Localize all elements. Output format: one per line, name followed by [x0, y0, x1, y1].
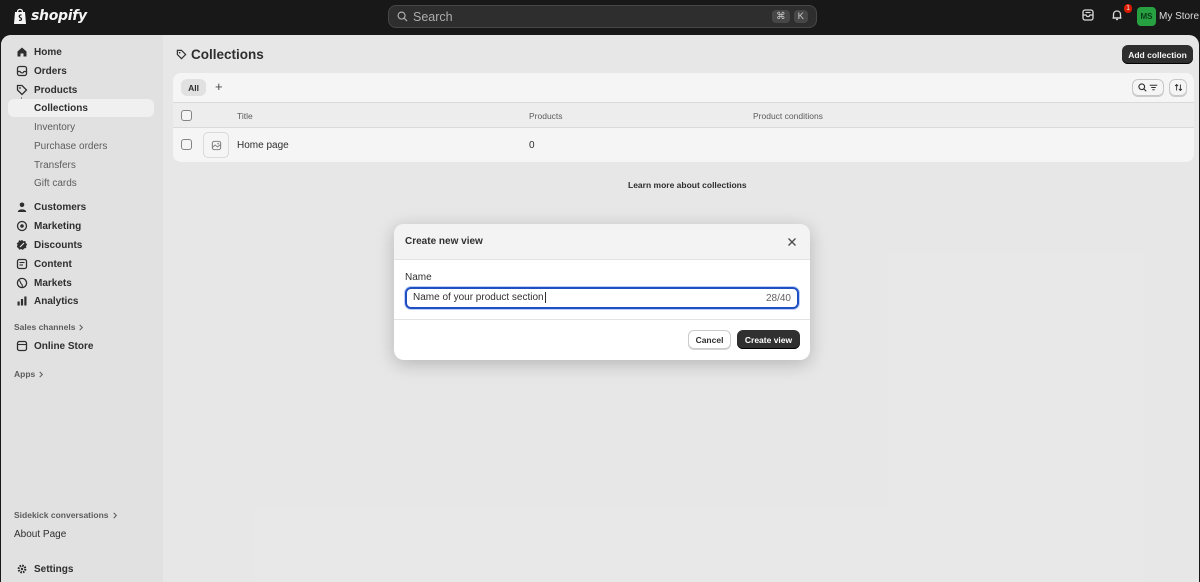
- view-name-value: Name of your product section: [413, 292, 766, 304]
- dialog-title: Create new view: [405, 236, 483, 247]
- character-counter: 28/40: [765, 292, 791, 304]
- create-view-dialog: Create new view Name Name of your produc…: [394, 224, 810, 360]
- text-caret: [544, 292, 546, 304]
- create-view-button[interactable]: Create view: [737, 330, 800, 349]
- dialog-header: Create new view: [394, 224, 810, 260]
- close-icon[interactable]: [786, 236, 798, 248]
- cancel-button[interactable]: Cancel: [688, 330, 731, 349]
- name-field-label: Name: [405, 272, 432, 283]
- dialog-footer: Cancel Create view: [394, 319, 810, 360]
- view-name-input[interactable]: Name of your product section 28/40: [405, 287, 799, 309]
- view-name-text: Name of your product section: [413, 292, 544, 304]
